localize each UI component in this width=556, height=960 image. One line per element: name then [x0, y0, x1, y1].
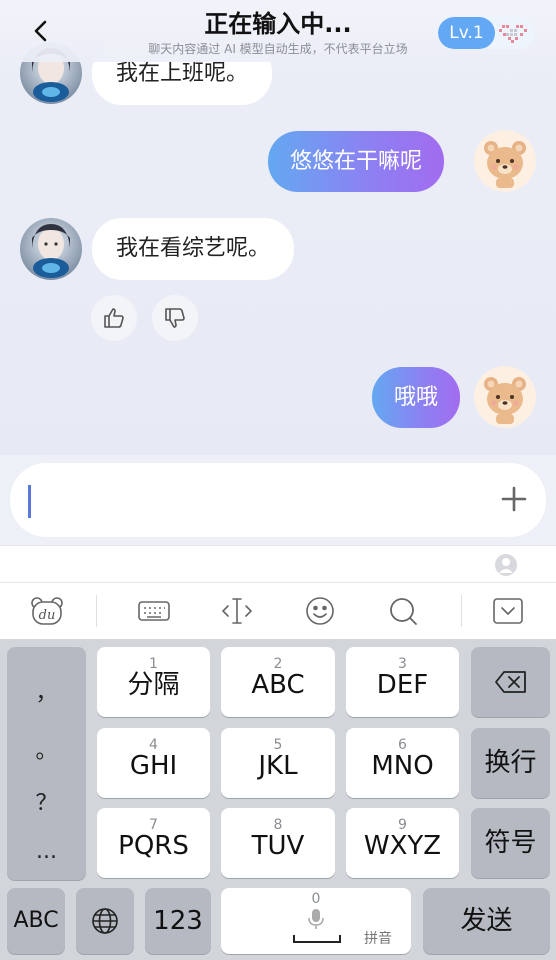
user-bear-avatar[interactable] — [474, 366, 536, 428]
number-switch-key[interactable]: 123 — [145, 888, 211, 954]
cursor-move-icon[interactable] — [220, 594, 254, 628]
person-icon[interactable] — [494, 553, 518, 577]
message-text: 悠悠在干嘛呢 — [290, 148, 423, 174]
key-number: 7 — [149, 816, 158, 833]
user-bear-avatar[interactable] — [474, 130, 536, 192]
punct-question-key[interactable]: ？ — [7, 785, 86, 817]
message-bubble-user: 哦哦 — [372, 367, 461, 428]
key-label: 123 — [153, 905, 203, 936]
key-4-ghi[interactable]: 4 GHI — [97, 728, 210, 798]
key-label: ABC — [251, 669, 305, 700]
ai-avatar[interactable] — [20, 218, 82, 280]
key-label: JKL — [258, 750, 298, 781]
newline-key[interactable]: 换行 — [471, 728, 550, 798]
level-label: Lv.1 — [438, 17, 495, 49]
search-icon[interactable] — [386, 594, 420, 628]
heart-pixel-icon — [499, 25, 527, 43]
send-key[interactable]: 发送 — [423, 888, 550, 954]
key-number: 6 — [398, 736, 407, 753]
chat-header: 正在输入中... 聊天内容通过 AI 模型自动生成，不代表平台立场 Lv.1 — [0, 0, 556, 62]
message-text: 哦哦 — [394, 384, 439, 410]
text-caret — [28, 485, 31, 518]
key-number: 5 — [273, 736, 283, 753]
message-input-bar — [0, 455, 556, 545]
key-2-abc[interactable]: 2 ABC — [221, 647, 335, 717]
key-number: 1 — [149, 655, 158, 672]
key-8-tuv[interactable]: 8 TUV — [221, 808, 335, 878]
backspace-icon — [494, 671, 526, 693]
key-label: 符号 — [484, 827, 537, 858]
collapse-keyboard-icon[interactable] — [491, 594, 525, 628]
key-label: DEF — [376, 669, 429, 700]
globe-key[interactable] — [76, 888, 134, 954]
key-1-separator[interactable]: 1 分隔 — [97, 647, 210, 717]
message-input[interactable] — [10, 463, 546, 537]
key-6-mno[interactable]: 6 MNO — [346, 728, 459, 798]
punct-period-key[interactable]: 。 — [7, 733, 86, 765]
key-label: 分隔 — [127, 669, 180, 700]
punctuation-column[interactable]: ， 。 ？ ... — [7, 647, 86, 880]
thumbs-up-icon — [104, 308, 124, 328]
message-bubble-user: 悠悠在干嘛呢 — [268, 131, 445, 192]
backspace-key[interactable] — [471, 647, 550, 717]
punct-comma-key[interactable]: ， — [7, 675, 86, 707]
key-label: 换行 — [484, 747, 537, 778]
microphone-icon — [308, 909, 324, 929]
key-9-wxyz[interactable]: 9 WXYZ — [346, 808, 459, 878]
key-number: 4 — [149, 736, 158, 753]
key-label: GHI — [129, 750, 178, 781]
punct-ellipsis-key[interactable]: ... — [7, 839, 86, 864]
key-label: PQRS — [118, 830, 189, 861]
svg-text:du: du — [39, 608, 56, 623]
keyboard-candidate-bar — [0, 545, 556, 583]
message-text: 我在看综艺呢。 — [116, 236, 271, 261]
message-bubble-ai: 我在看综艺呢。 — [92, 218, 295, 280]
symbols-key[interactable]: 符号 — [471, 808, 550, 878]
thumbs-down-button[interactable] — [152, 295, 198, 341]
abc-switch-key[interactable]: ABC — [7, 888, 65, 954]
key-label: ABC — [13, 907, 59, 933]
plus-icon[interactable] — [498, 483, 530, 515]
chat-area: 我在上班呢。 悠悠在干嘛呢 我在看综艺呢。 哦哦 正在输入中... 聊天内容通过… — [0, 0, 556, 455]
thumbs-down-icon — [165, 308, 185, 328]
key-number: 8 — [273, 816, 283, 833]
key-5-jkl[interactable]: 5 JKL — [221, 728, 335, 798]
key-number: 3 — [398, 655, 407, 672]
du-logo-icon[interactable]: du — [30, 594, 64, 628]
key-label: WXYZ — [363, 830, 442, 861]
key-number: 0 — [311, 891, 321, 907]
key-label: MNO — [371, 750, 434, 781]
key-label: 发送 — [460, 905, 513, 936]
key-3-def[interactable]: 3 DEF — [346, 647, 459, 717]
key-7-pqrs[interactable]: 7 PQRS — [97, 808, 210, 878]
space-key[interactable]: 0 拼音 — [221, 888, 411, 954]
key-label: TUV — [251, 830, 305, 861]
space-bar-icon — [293, 935, 341, 943]
keyboard-icon[interactable] — [137, 594, 171, 628]
globe-icon — [92, 908, 118, 934]
keyboard: ， 。 ？ ... 1 分隔 2 ABC 3 DEF 4 GHI 5 JKL 6… — [0, 639, 556, 960]
key-number: 9 — [398, 816, 407, 833]
keyboard-toolbar: du — [0, 583, 556, 639]
level-badge[interactable]: Lv.1 — [438, 17, 535, 49]
message-text: 我在上班呢。 — [116, 60, 249, 86]
thumbs-up-button[interactable] — [91, 295, 137, 341]
key-number: 2 — [273, 655, 283, 672]
emoji-icon[interactable] — [303, 594, 337, 628]
pinyin-label: 拼音 — [364, 931, 392, 947]
